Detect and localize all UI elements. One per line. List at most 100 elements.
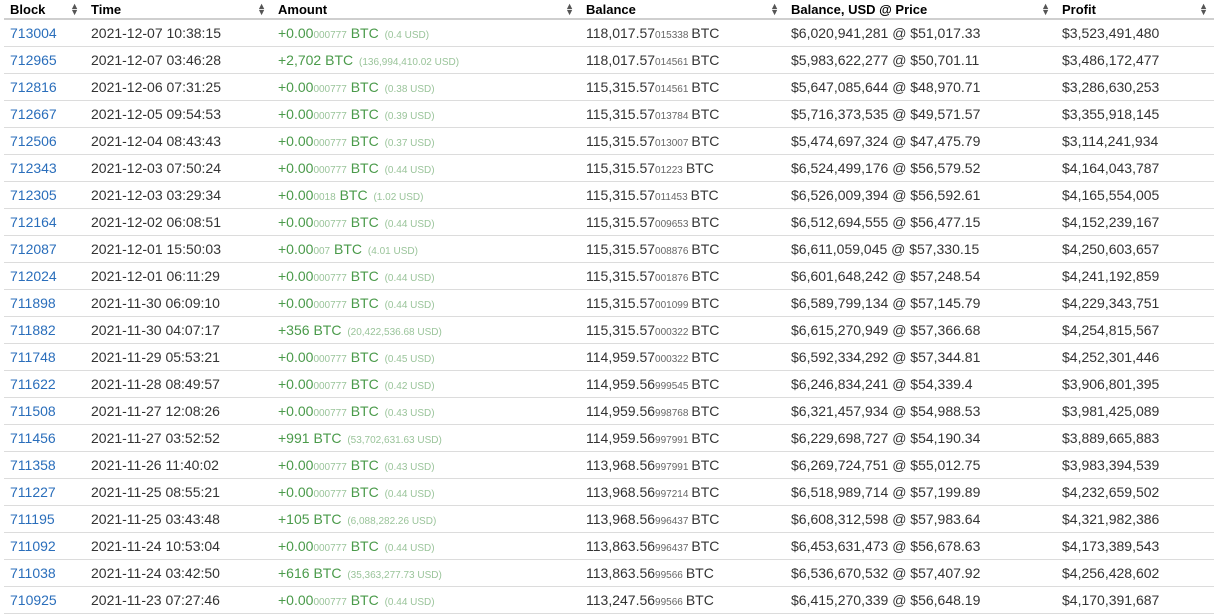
profit-cell: $4,173,389,543 — [1056, 532, 1214, 560]
block-cell: 712506 — [4, 127, 85, 155]
profit-cell: $3,889,665,883 — [1056, 424, 1214, 452]
block-cell: 711227 — [4, 478, 85, 506]
table-row: 711898 2021-11-30 06:09:10 +0.00000777 BTC… — [4, 289, 1214, 317]
balance-value: 113,863.56 — [586, 538, 656, 554]
amount-usd: (0.44 USD) — [384, 165, 435, 176]
balance-usd-cell: $6,611,059,045 @ $57,330.15 — [785, 235, 1056, 263]
block-cell: 710925 — [4, 586, 85, 614]
table-body: 713004 2021-12-07 10:38:15 +0.00000777 BTC… — [4, 19, 1214, 614]
profit-cell: $4,152,239,167 — [1056, 208, 1214, 236]
amount-usd: (35,363,277.73 USD) — [347, 570, 442, 581]
block-link[interactable]: 711227 — [10, 484, 56, 500]
balance-value: 114,959.56 — [586, 376, 656, 392]
time-cell: 2021-12-07 03:46:28 — [85, 46, 272, 74]
amount-usd: (0.43 USD) — [384, 408, 435, 419]
block-link[interactable]: 712164 — [10, 214, 57, 230]
block-link[interactable]: 711456 — [10, 430, 56, 446]
block-link[interactable]: 712965 — [10, 52, 57, 68]
balance-fraction: 996437 — [655, 516, 689, 527]
amount-cell: +0.00007 BTC (4.01 USD) — [272, 235, 580, 263]
table-row: 712305 2021-12-03 03:29:34 +0.000018 BTC (… — [4, 181, 1214, 209]
balance-usd-cell: $6,608,312,598 @ $57,983.64 — [785, 505, 1056, 533]
amount-usd: (0.44 USD) — [384, 273, 435, 284]
amount-cell: +0.00000777 BTC (0.37 USD) — [272, 127, 580, 155]
amount-usd: (0.4 USD) — [384, 30, 430, 41]
balance-value: 115,315.57 — [586, 160, 656, 176]
column-header-block[interactable]: Block ▲ ▼ — [4, 0, 85, 20]
amount-usd: (20,422,536.68 USD) — [347, 327, 442, 338]
balance-fraction: 008876 — [655, 246, 689, 257]
amount-unit: BTC — [350, 376, 379, 392]
balance-usd-cell: $6,453,631,473 @ $56,678.63 — [785, 532, 1056, 560]
block-link[interactable]: 712816 — [10, 79, 57, 95]
column-header-profit[interactable]: Profit ▲ ▼ — [1056, 0, 1214, 20]
block-cell: 712667 — [4, 100, 85, 128]
amount-value: +0.00 — [278, 241, 314, 257]
column-header-time[interactable]: Time ▲ ▼ — [85, 0, 272, 20]
block-link[interactable]: 712087 — [10, 241, 57, 257]
amount-value: +0.00 — [278, 376, 314, 392]
amount-usd: (0.38 USD) — [384, 84, 435, 95]
block-link[interactable]: 713004 — [10, 25, 57, 41]
table-row: 711092 2021-11-24 10:53:04 +0.00000777 BTC… — [4, 532, 1214, 560]
block-link[interactable]: 711508 — [10, 403, 56, 419]
time-cell: 2021-11-27 03:52:52 — [85, 424, 272, 452]
transactions-table: Block ▲ ▼ Time ▲ ▼ Amount ▲ ▼ Balance ▲ ▼ Balanc… — [4, 0, 1214, 614]
table-row: 713004 2021-12-07 10:38:15 +0.00000777 BTC… — [4, 19, 1214, 47]
table-row: 712164 2021-12-02 06:08:51 +0.00000777 BTC… — [4, 208, 1214, 236]
block-link[interactable]: 712667 — [10, 106, 57, 122]
block-link[interactable]: 712024 — [10, 268, 57, 284]
block-link[interactable]: 711195 — [10, 511, 55, 527]
balance-cell: 115,315.5701223 BTC — [580, 154, 785, 182]
balance-cell: 115,315.57014561 BTC — [580, 73, 785, 101]
amount-value: +0.00 — [278, 403, 314, 419]
block-link[interactable]: 711622 — [10, 376, 56, 392]
block-link[interactable]: 710925 — [10, 592, 57, 608]
block-link[interactable]: 712506 — [10, 133, 57, 149]
sort-icon: ▲ ▼ — [770, 1, 779, 17]
block-link[interactable]: 711882 — [10, 322, 56, 338]
balance-fraction: 998768 — [655, 408, 689, 419]
block-cell: 713004 — [4, 19, 85, 47]
amount-unit: BTC — [350, 403, 379, 419]
balance-unit: BTC — [691, 295, 720, 311]
block-cell: 712024 — [4, 262, 85, 290]
block-link[interactable]: 711038 — [10, 565, 56, 581]
amount-fraction: 000777 — [313, 489, 347, 500]
table-row: 711748 2021-11-29 05:53:21 +0.00000777 BTC… — [4, 343, 1214, 371]
balance-usd-cell: $6,246,834,241 @ $54,339.4 — [785, 370, 1056, 398]
table-row: 711882 2021-11-30 04:07:17 +356 BTC (20,42… — [4, 316, 1214, 344]
column-header-amount[interactable]: Amount ▲ ▼ — [272, 0, 580, 20]
amount-value: +0.00 — [278, 25, 314, 41]
time-cell: 2021-12-03 07:50:24 — [85, 154, 272, 182]
profit-cell: $4,170,391,687 — [1056, 586, 1214, 614]
block-link[interactable]: 711898 — [10, 295, 56, 311]
block-link[interactable]: 712343 — [10, 160, 57, 176]
amount-usd: (1.02 USD) — [373, 192, 424, 203]
balance-unit: BTC — [691, 349, 720, 365]
amount-fraction: 000777 — [313, 300, 347, 311]
balance-value: 115,315.57 — [586, 322, 656, 338]
balance-fraction: 011453 — [655, 192, 688, 203]
block-link[interactable]: 712305 — [10, 187, 57, 203]
amount-usd: (0.44 USD) — [384, 597, 435, 608]
block-link[interactable]: 711748 — [10, 349, 56, 365]
balance-usd-cell: $6,526,009,394 @ $56,592.61 — [785, 181, 1056, 209]
column-header-balance-usd[interactable]: Balance, USD @ Price ▲ ▼ — [785, 0, 1056, 20]
amount-unit: BTC — [350, 268, 379, 284]
table-row: 711195 2021-11-25 03:43:48 +105 BTC (6,088… — [4, 505, 1214, 533]
balance-fraction: 997991 — [655, 435, 689, 446]
time-cell: 2021-11-25 08:55:21 — [85, 478, 272, 506]
balance-usd-cell: $6,524,499,176 @ $56,579.52 — [785, 154, 1056, 182]
amount-value: +991 — [278, 430, 310, 446]
table-row: 712087 2021-12-01 15:50:03 +0.00007 BTC (4… — [4, 235, 1214, 263]
column-header-balance[interactable]: Balance ▲ ▼ — [580, 0, 785, 20]
amount-unit: BTC — [350, 457, 379, 473]
block-cell: 712305 — [4, 181, 85, 209]
block-link[interactable]: 711092 — [10, 538, 56, 554]
block-link[interactable]: 711358 — [10, 457, 56, 473]
balance-cell: 113,968.56997991 BTC — [580, 451, 785, 479]
table-row: 712343 2021-12-03 07:50:24 +0.00000777 BTC… — [4, 154, 1214, 182]
amount-usd: (0.42 USD) — [384, 381, 435, 392]
balance-usd-cell: $5,647,085,644 @ $48,970.71 — [785, 73, 1056, 101]
